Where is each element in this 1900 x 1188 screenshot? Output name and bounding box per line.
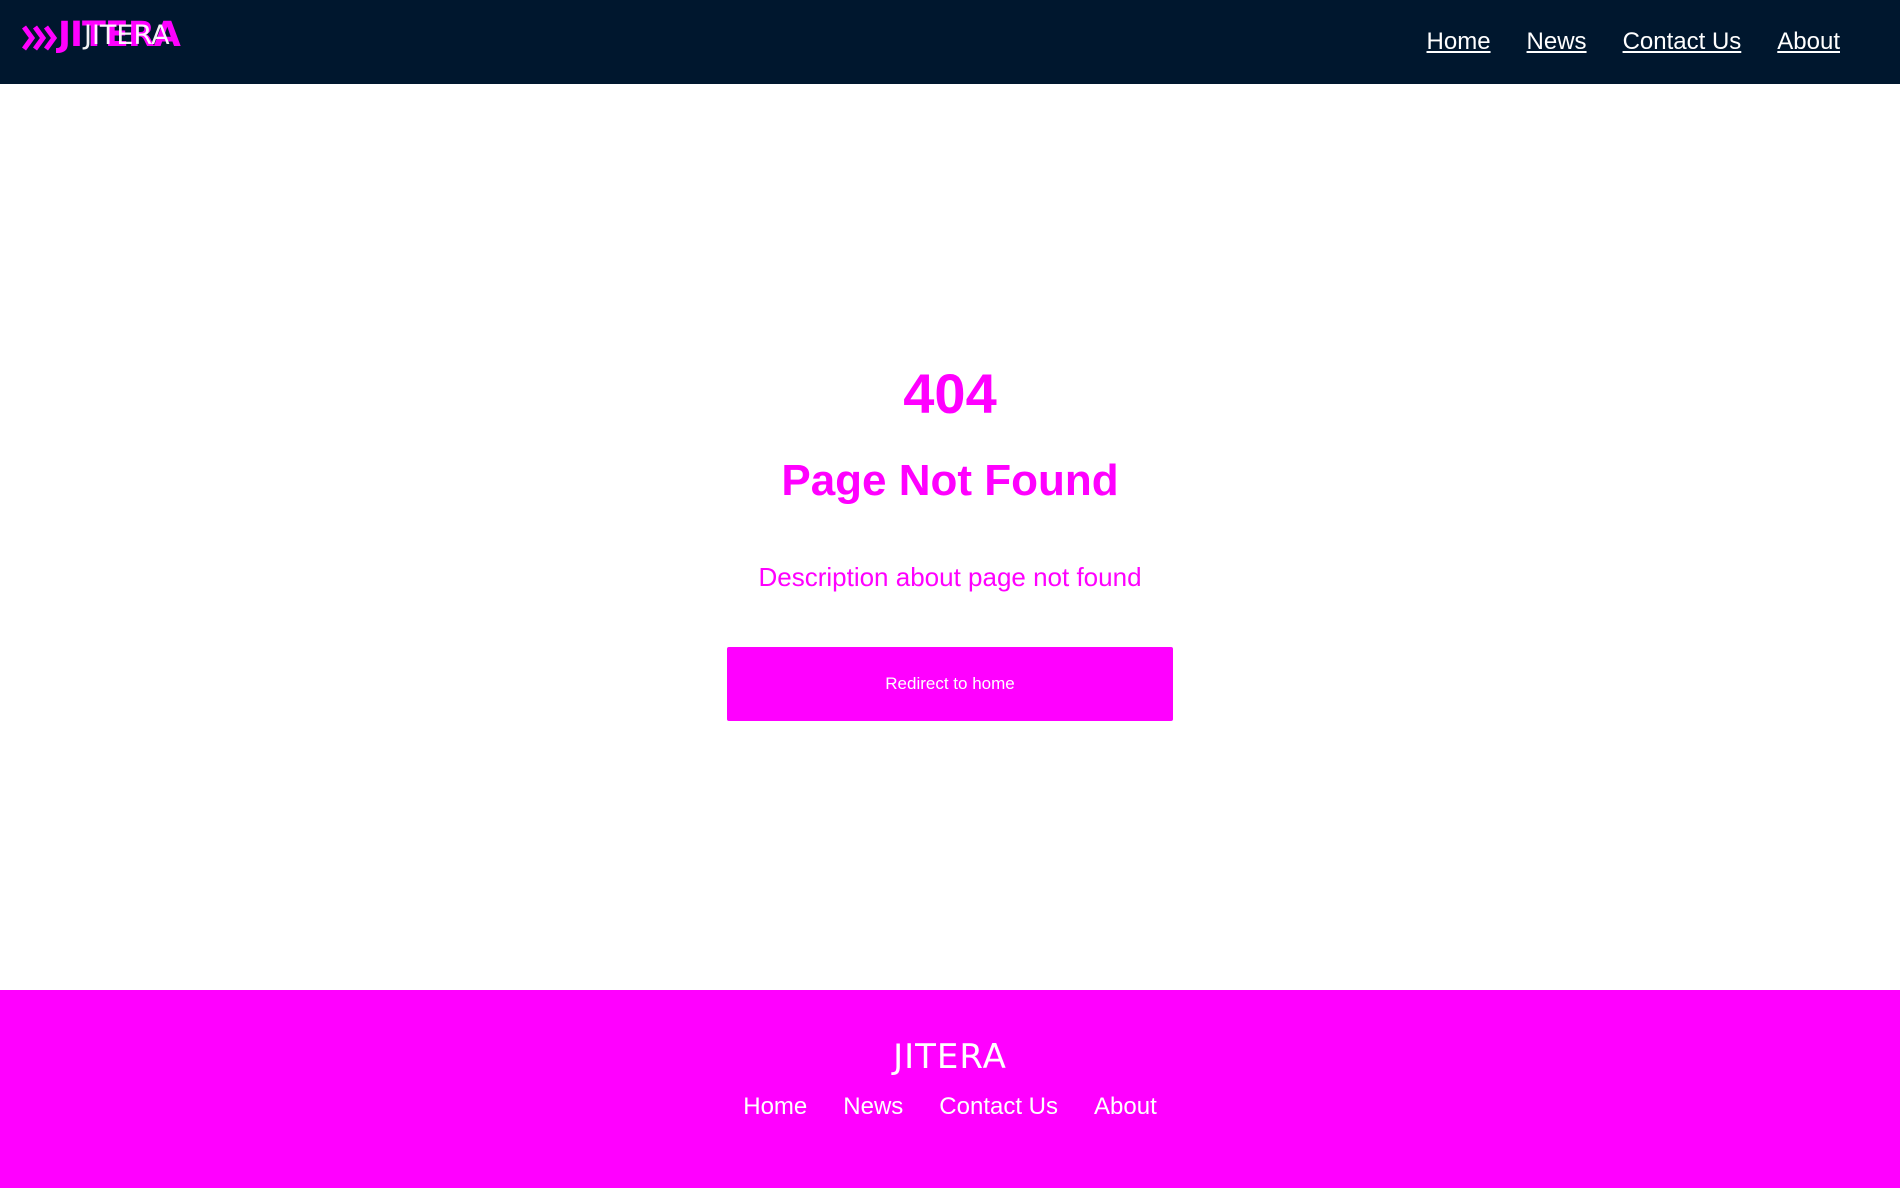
footer-link-contact-us[interactable]: Contact Us: [939, 1092, 1058, 1122]
error-description: Description about page not found: [758, 562, 1142, 592]
footer: JITERA Home News Contact Us About: [0, 990, 1900, 1188]
footer-link-news[interactable]: News: [843, 1092, 903, 1122]
logo-wordmark: JITERA: [84, 20, 170, 51]
nav-link-news[interactable]: News: [1527, 26, 1587, 58]
chevrons-right-icon: [22, 25, 58, 51]
nav-link-about[interactable]: About: [1777, 26, 1840, 58]
page-title: Page Not Found: [781, 456, 1119, 505]
footer-link-about[interactable]: About: [1094, 1092, 1157, 1122]
main-content: 404 Page Not Found Description about pag…: [0, 84, 1900, 990]
redirect-home-button[interactable]: Redirect to home: [727, 647, 1173, 721]
error-code: 404: [903, 362, 997, 425]
header-logo[interactable]: JITERA JITERA: [22, 14, 202, 64]
nav-link-home[interactable]: Home: [1427, 26, 1491, 58]
nav-link-contact-us[interactable]: Contact Us: [1623, 26, 1742, 58]
footer-nav: Home News Contact Us About: [0, 1092, 1900, 1122]
footer-link-home[interactable]: Home: [743, 1092, 807, 1122]
footer-logo[interactable]: JITERA: [0, 1040, 1900, 1074]
top-header: JITERA JITERA Home News Contact Us About: [0, 0, 1900, 84]
header-nav: Home News Contact Us About: [1427, 26, 1840, 58]
